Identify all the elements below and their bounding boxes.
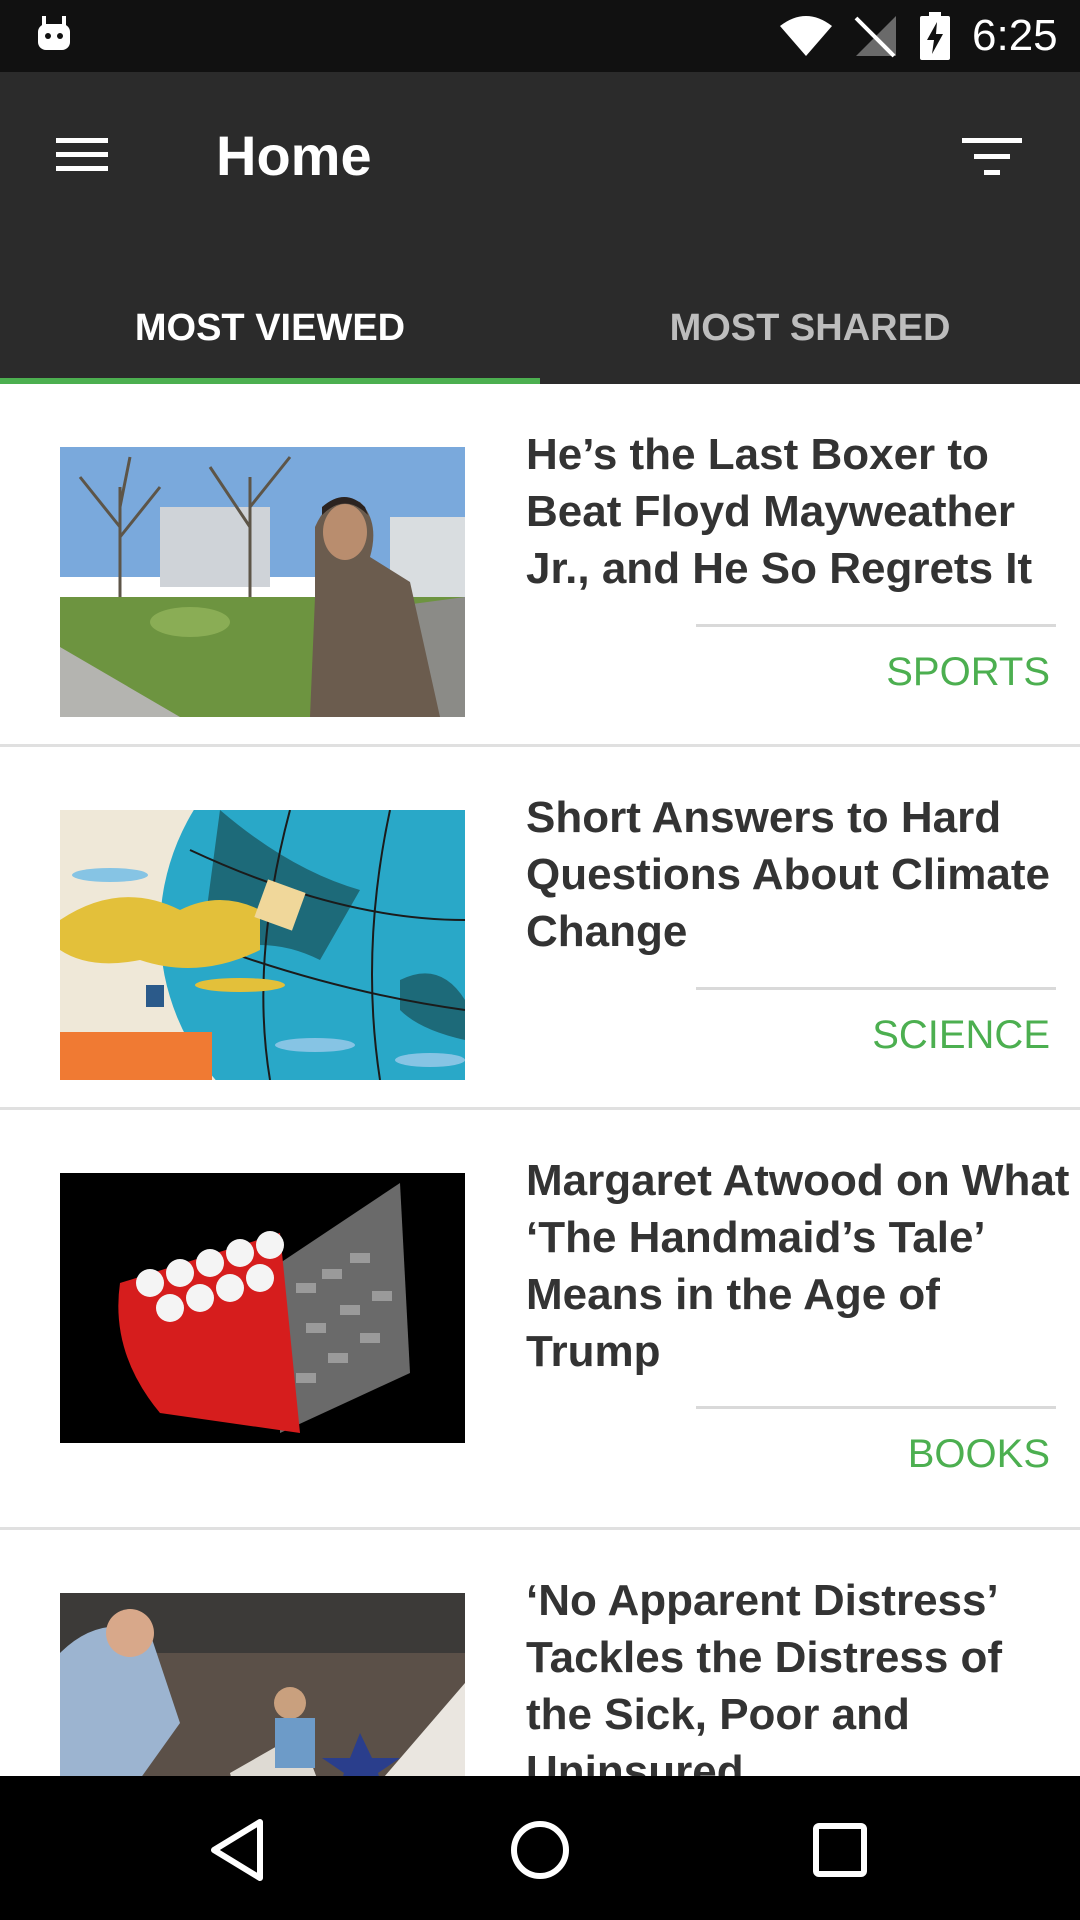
article-headline: Short Answers to Hard Questions About Cl… — [526, 793, 1050, 956]
status-bar: 6:25 — [0, 0, 1080, 72]
app-bar: Home MOST VIEWED MOST SHARED — [0, 72, 1080, 384]
article-thumbnail — [60, 447, 465, 717]
article-category[interactable]: BOOKS — [908, 1430, 1050, 1478]
android-icon — [38, 16, 70, 50]
article-headline: Margaret Atwood on What ‘The Handmaid’s … — [526, 1156, 1070, 1376]
article-headline: ‘No Apparent Distress’ Tackles the Distr… — [526, 1576, 1003, 1796]
clock: 6:25 — [972, 11, 1058, 60]
tab-most-shared[interactable]: MOST SHARED — [540, 272, 1080, 384]
back-icon[interactable] — [200, 1810, 280, 1890]
battery-charging-icon — [920, 12, 950, 60]
home-icon[interactable] — [500, 1810, 580, 1890]
wifi-icon — [780, 16, 832, 56]
article-thumbnail — [60, 1173, 465, 1443]
navigation-bar — [0, 1776, 1080, 1920]
article-item[interactable]: Short Answers to Hard Questions About Cl… — [0, 747, 1080, 1110]
divider — [696, 624, 1056, 627]
hamburger-menu-icon[interactable] — [52, 130, 112, 180]
filter-icon[interactable] — [956, 130, 1026, 182]
article-item[interactable]: Margaret Atwood on What ‘The Handmaid’s … — [0, 1110, 1080, 1530]
article-headline: He’s the Last Boxer to Beat Floyd Maywea… — [526, 430, 1033, 593]
no-signal-icon — [854, 16, 896, 58]
recents-icon[interactable] — [800, 1810, 880, 1890]
article-category[interactable]: SPORTS — [886, 648, 1050, 696]
page-title: Home — [216, 124, 372, 187]
tab-most-viewed[interactable]: MOST VIEWED — [0, 272, 540, 384]
divider — [696, 987, 1056, 990]
article-thumbnail — [60, 810, 465, 1080]
article-category[interactable]: SCIENCE — [872, 1011, 1050, 1059]
article-item[interactable]: He’s the Last Boxer to Beat Floyd Maywea… — [0, 384, 1080, 747]
divider — [696, 1406, 1056, 1409]
